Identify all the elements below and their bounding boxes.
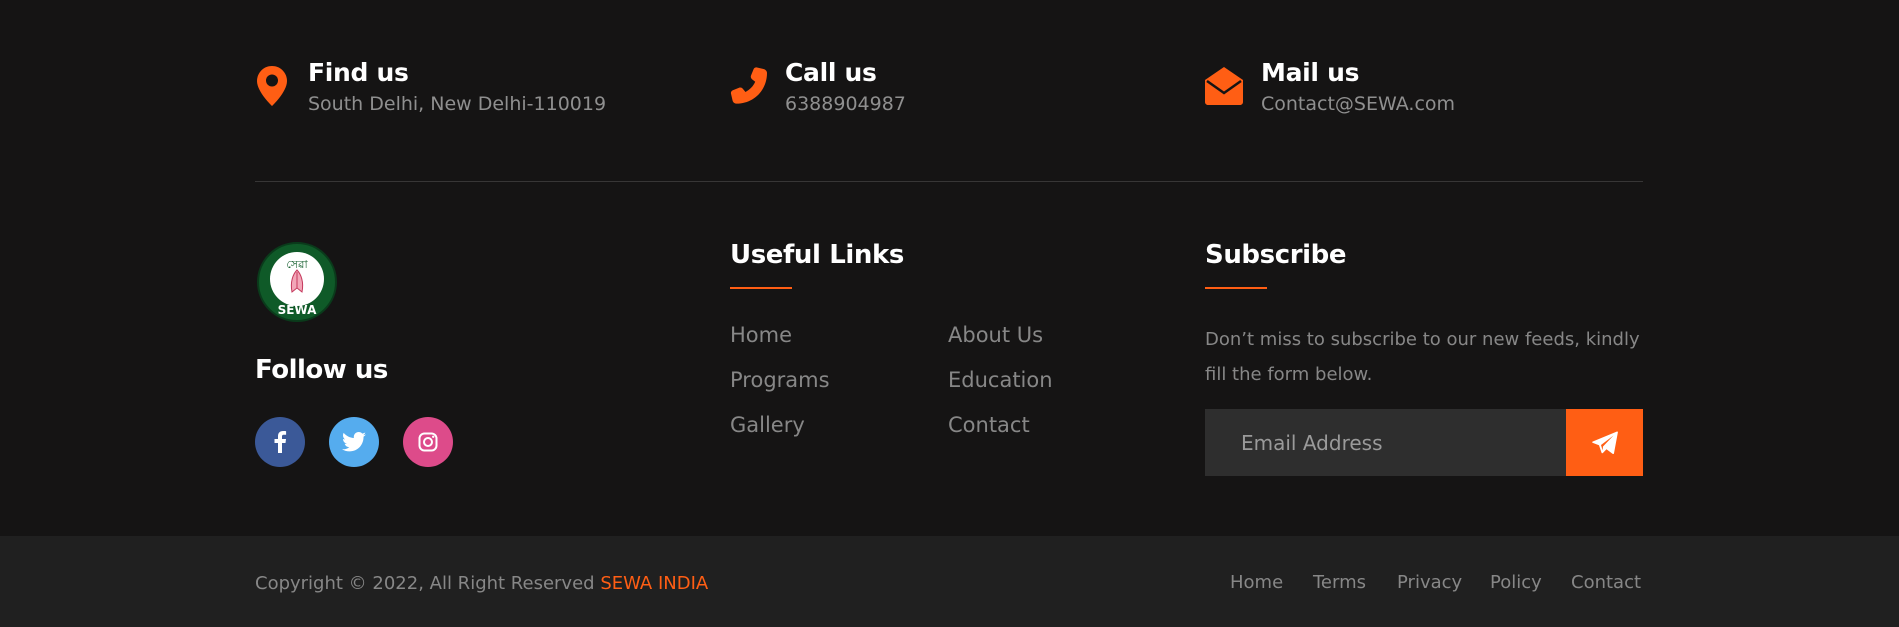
facebook-icon	[274, 431, 287, 453]
find-us-address: South Delhi, New Delhi-110019	[308, 93, 607, 115]
copyright-text: Copyright © 2022, All Right Reserved	[255, 573, 601, 594]
cta-find-us: Find us South Delhi, New Delhi-110019	[252, 56, 606, 118]
bottom-link-contact[interactable]: Contact	[1571, 572, 1641, 593]
link-education[interactable]: Education	[948, 368, 1053, 392]
subscribe-button[interactable]	[1566, 409, 1643, 476]
useful-links-title: Useful Links	[730, 240, 904, 270]
cta-call-us: Call us 6388904987	[727, 56, 906, 118]
instagram-icon	[418, 432, 438, 452]
mail-us-email[interactable]: Contact@SEWA.com	[1261, 90, 1455, 118]
sewa-logo[interactable]: সেৱা SEWA	[257, 242, 337, 322]
subscribe-underline	[1205, 287, 1267, 289]
subscribe-description: Don’t miss to subscribe to our new feeds…	[1205, 329, 1640, 385]
twitter-icon	[342, 432, 366, 452]
link-gallery[interactable]: Gallery	[730, 413, 805, 437]
bottom-link-home[interactable]: Home	[1230, 572, 1283, 593]
call-us-phone[interactable]: 6388904987	[785, 90, 906, 118]
logo-text: SEWA	[277, 303, 317, 317]
cta-mail-us: Mail us Contact@SEWA.com	[1203, 56, 1455, 118]
mail-us-title: Mail us	[1261, 58, 1360, 87]
bottom-link-terms[interactable]: Terms	[1313, 572, 1366, 593]
paper-plane-icon	[1591, 430, 1618, 454]
subscribe-title: Subscribe	[1205, 240, 1347, 270]
bottom-link-privacy[interactable]: Privacy	[1397, 572, 1462, 593]
envelope-open-icon	[1203, 66, 1245, 116]
bottom-link-policy[interactable]: Policy	[1490, 572, 1542, 593]
logo-emblem: সেৱা	[270, 252, 324, 306]
copyright: Copyright © 2022, All Right Reserved SEW…	[255, 573, 708, 594]
map-marker-icon	[252, 66, 292, 116]
divider	[255, 181, 1643, 182]
link-contact[interactable]: Contact	[948, 413, 1030, 437]
svg-text:সেৱা: সেৱা	[286, 258, 308, 271]
instagram-button[interactable]	[403, 417, 453, 467]
email-field-wrapper	[1205, 409, 1568, 476]
useful-links-underline	[730, 287, 792, 289]
footer-main: Find us South Delhi, New Delhi-110019 Ca…	[0, 0, 1899, 536]
link-home[interactable]: Home	[730, 323, 792, 347]
link-about-us[interactable]: About Us	[948, 323, 1043, 347]
call-us-title: Call us	[785, 58, 877, 87]
facebook-button[interactable]	[255, 417, 305, 467]
email-input[interactable]	[1205, 409, 1568, 476]
phone-icon	[727, 66, 771, 116]
twitter-button[interactable]	[329, 417, 379, 467]
follow-us-title: Follow us	[255, 355, 388, 385]
link-programs[interactable]: Programs	[730, 368, 830, 392]
find-us-title: Find us	[308, 58, 409, 87]
brand-link[interactable]: SEWA INDIA	[600, 573, 708, 594]
